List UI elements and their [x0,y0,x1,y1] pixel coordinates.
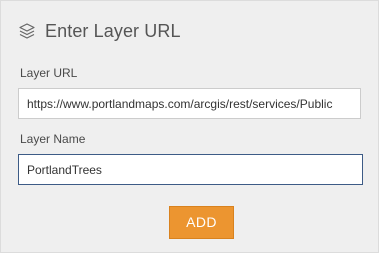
layer-url-input[interactable] [18,88,361,119]
layer-name-input[interactable] [18,154,363,185]
layer-name-label: Layer Name [20,132,86,146]
layers-icon [18,22,36,40]
layer-url-label: Layer URL [20,66,78,80]
add-layer-panel: Enter Layer URL Layer URL Layer Name ADD [0,0,379,253]
page-title: Enter Layer URL [45,20,181,41]
panel-header: Enter Layer URL [18,19,181,43]
add-button[interactable]: ADD [169,206,234,239]
